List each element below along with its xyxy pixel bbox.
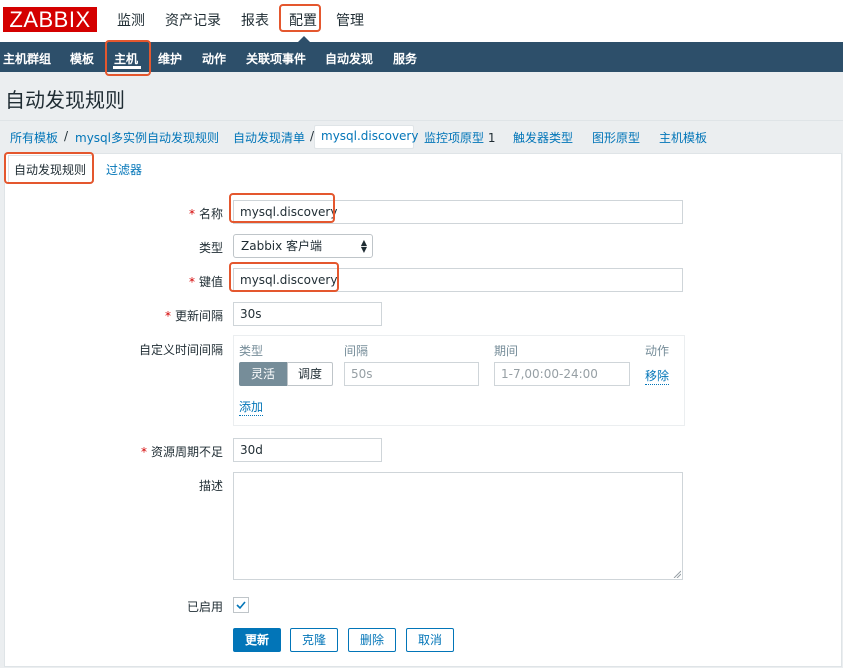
subnav-host-groups[interactable]: 主机群组 <box>3 50 51 67</box>
enabled-label: 已启用 <box>186 600 223 614</box>
subnav-correlation[interactable]: 关联项事件 <box>246 50 306 67</box>
breadcrumb-separator: / <box>64 129 69 143</box>
type-select[interactable]: Zabbix 客户端 ▲ ▼ <box>233 234 373 258</box>
cancel-button[interactable]: 取消 <box>406 628 454 652</box>
subnav-templates[interactable]: 模板 <box>70 50 94 67</box>
custom-col-action: 动作 <box>645 344 670 358</box>
resize-handle-icon[interactable] <box>673 570 681 578</box>
scheduling-toggle[interactable]: 调度 <box>287 362 333 386</box>
required-mark: * <box>188 275 195 289</box>
interval-label-text: 更新间隔 <box>174 309 223 323</box>
subnav-services[interactable]: 服务 <box>393 50 417 67</box>
key-label-text: 键值 <box>198 275 223 289</box>
description-label: 描述 <box>198 479 223 493</box>
breadcrumb-current-rule[interactable]: mysql.discovery <box>321 129 418 143</box>
nav-configuration[interactable]: 配置 <box>289 10 317 30</box>
clone-button[interactable]: 克隆 <box>290 628 338 652</box>
custom-col-period: 期间 <box>494 344 519 358</box>
lifetime-label: * 资源周期不足 <box>110 443 223 460</box>
key-label: * 键值 <box>150 273 223 290</box>
subnav-maintenance[interactable]: 维护 <box>158 50 182 67</box>
nav-reports[interactable]: 报表 <box>241 10 269 30</box>
type-select-value: Zabbix 客户端 <box>241 239 323 253</box>
breadcrumb-graph-prototypes[interactable]: 图形原型 <box>592 129 640 146</box>
lifetime-input[interactable]: 30d <box>233 438 382 462</box>
delete-button[interactable]: 删除 <box>348 628 396 652</box>
interval-label: * 更新间隔 <box>130 307 223 324</box>
nav-administration[interactable]: 管理 <box>336 10 364 30</box>
description-textarea[interactable] <box>233 472 683 580</box>
required-mark: * <box>164 309 171 323</box>
custom-period-input[interactable]: 1-7,00:00-24:00 <box>494 362 630 386</box>
subnav-hosts[interactable]: 主机 <box>114 50 138 67</box>
required-mark: * <box>188 207 195 221</box>
custom-intervals-label: 自定义时间间隔 <box>138 343 223 357</box>
zabbix-logo[interactable]: ZABBIX <box>3 7 97 32</box>
key-input[interactable]: mysql.discovery <box>233 268 683 292</box>
name-label-text: 名称 <box>198 207 223 221</box>
breadcrumb-separator: / <box>310 129 315 143</box>
name-input[interactable]: mysql.discovery <box>233 200 683 224</box>
check-icon <box>236 601 246 610</box>
type-label: 类型 <box>198 241 223 255</box>
remove-link[interactable]: 移除 <box>645 367 670 385</box>
tab-discovery-rule[interactable]: 自动发现规则 <box>14 161 86 178</box>
add-link[interactable]: 添加 <box>239 398 264 416</box>
breadcrumb-item-prototypes[interactable]: 监控项原型 1 <box>424 129 495 146</box>
custom-interval-input[interactable]: 50s <box>344 362 479 386</box>
page-title: 自动发现规则 <box>5 88 125 112</box>
nav-monitoring[interactable]: 监测 <box>117 10 145 30</box>
breadcrumb-template[interactable]: mysql多实例自动发现规则 <box>75 129 219 146</box>
lifetime-label-text: 资源周期不足 <box>150 445 223 459</box>
name-label: * 名称 <box>150 205 223 222</box>
update-interval-input[interactable]: 30s <box>233 302 382 326</box>
update-button[interactable]: 更新 <box>233 628 281 652</box>
breadcrumb-host-templates[interactable]: 主机模板 <box>659 129 707 146</box>
top-header: ZABBIX 监测 资产记录 报表 配置 管理 <box>0 0 843 42</box>
nav-inventory[interactable]: 资产记录 <box>165 10 221 30</box>
item-prototypes-count: 1 <box>487 131 496 145</box>
required-mark: * <box>140 445 147 459</box>
custom-col-type: 类型 <box>239 344 264 358</box>
breadcrumb-trigger-prototypes[interactable]: 触发器类型 <box>513 129 573 146</box>
custom-col-interval: 间隔 <box>344 344 369 358</box>
subnav-actions[interactable]: 动作 <box>202 50 226 67</box>
tab-filters[interactable]: 过滤器 <box>106 161 142 178</box>
subnav-discovery[interactable]: 自动发现 <box>325 50 373 67</box>
enabled-checkbox[interactable] <box>233 597 249 613</box>
flexible-toggle[interactable]: 灵活 <box>239 362 287 386</box>
breadcrumb-discovery-list[interactable]: 自动发现清单 <box>233 129 305 146</box>
item-prototypes-label: 监控项原型 <box>424 131 485 145</box>
select-arrows-icon: ▲ ▼ <box>360 238 367 254</box>
breadcrumb-all-templates[interactable]: 所有模板 <box>10 129 58 146</box>
subnav-active-indicator <box>113 66 141 69</box>
